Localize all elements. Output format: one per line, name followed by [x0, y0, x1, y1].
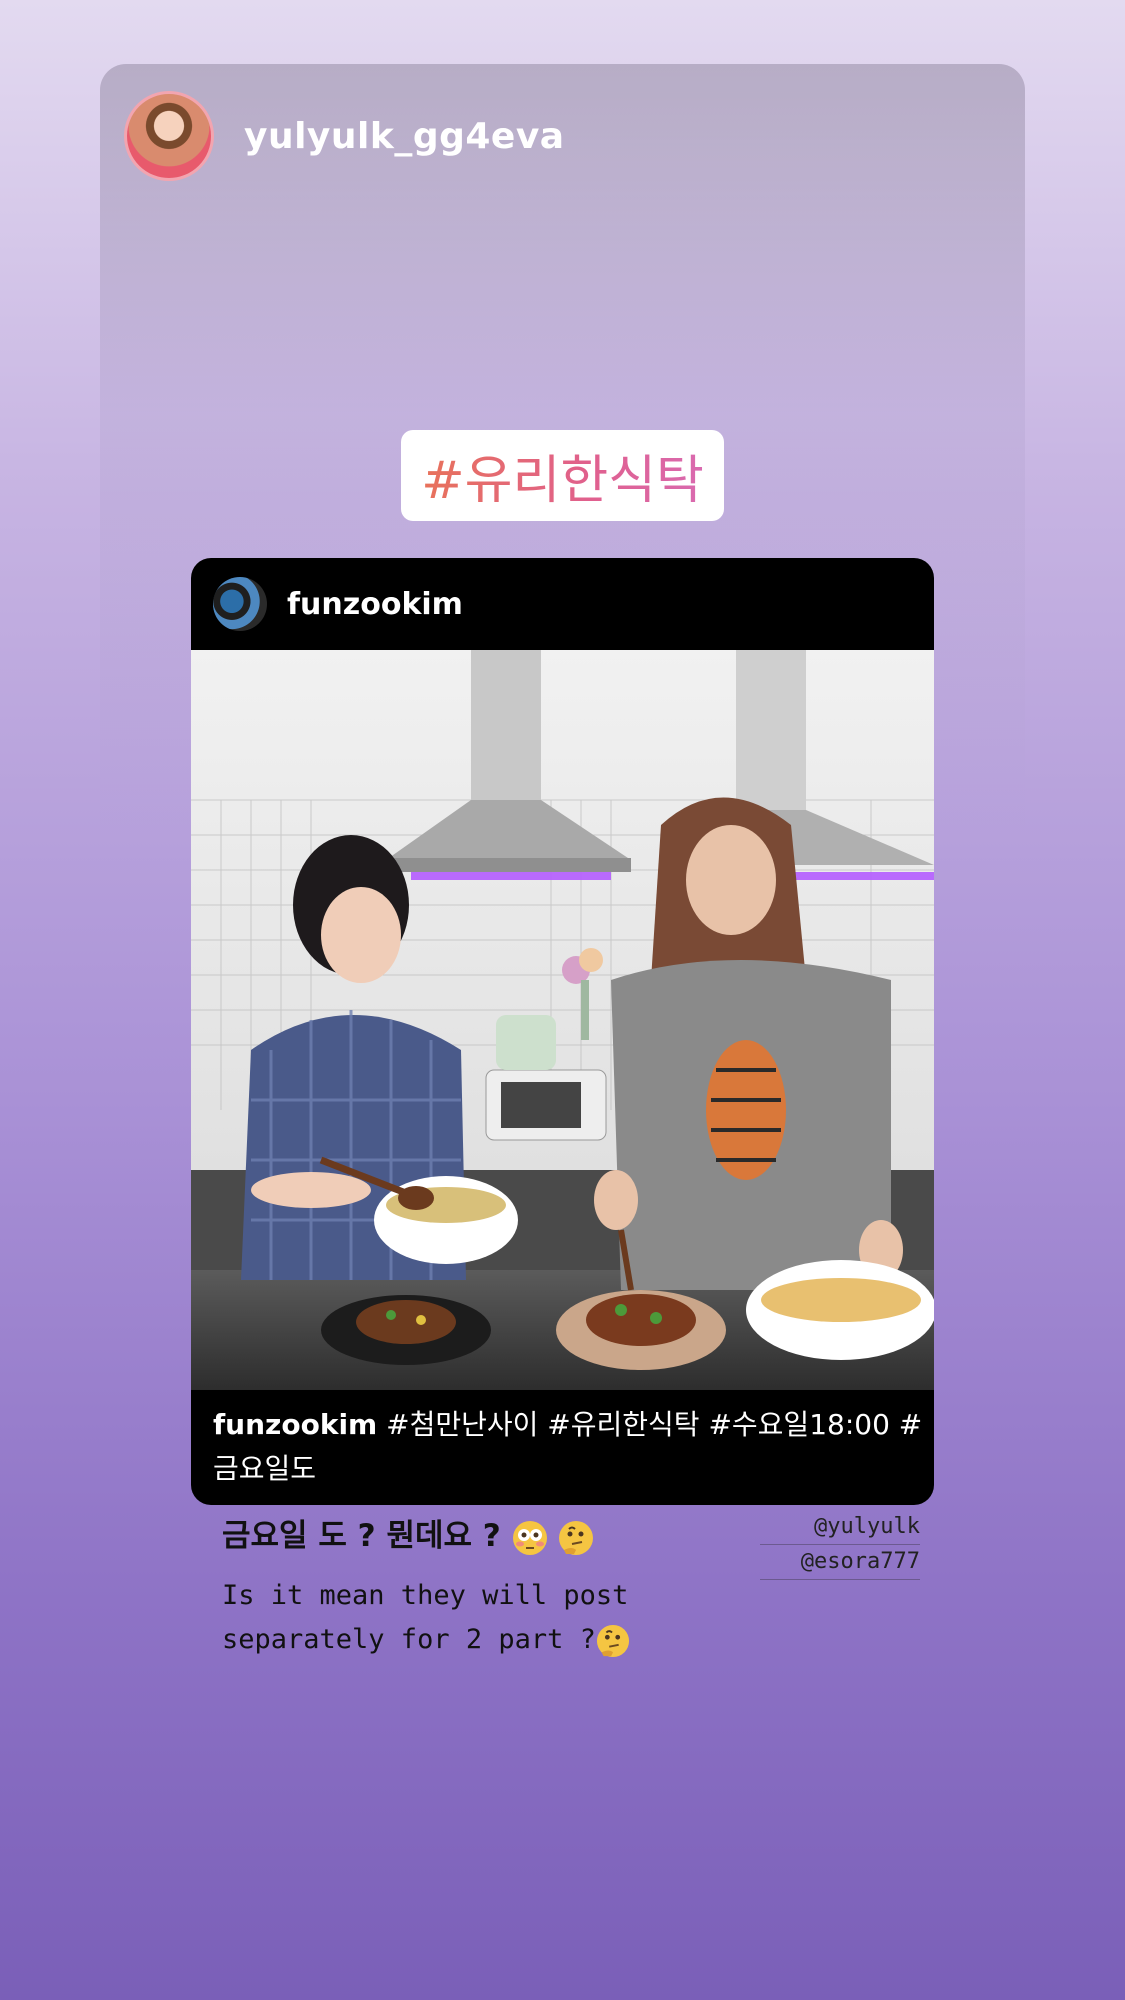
- shared-post[interactable]: funzookim funzookim #첨만난사이 #유리한식탁 #수요일18…: [191, 558, 934, 1505]
- hashtag-sticker-text: #유리한식탁: [421, 438, 704, 513]
- comment-korean: 금요일 도 ? 뭔데요 ?: [222, 1510, 594, 1556]
- post-header[interactable]: funzookim: [191, 558, 934, 650]
- post-username[interactable]: funzookim: [287, 587, 463, 622]
- hashtag-sticker[interactable]: #유리한식탁: [401, 430, 724, 521]
- caption-tags-line2[interactable]: 금요일도: [213, 1447, 913, 1491]
- comment-korean-text: 금요일 도 ? 뭔데요 ?: [222, 1518, 501, 1554]
- caption-line-1: funzookim #첨만난사이 #유리한식탁 #수요일18:00 #: [213, 1403, 922, 1447]
- comment-english-line2: separately for 2 part ?: [222, 1624, 596, 1655]
- comment-english: Is it mean they will post separately for…: [222, 1574, 742, 1662]
- post-avatar[interactable]: [213, 577, 267, 631]
- story-header[interactable]: yulyulk_gg4eva: [124, 90, 565, 182]
- caption-tags-line1[interactable]: #첨만난사이 #유리한식탁 #수요일18:00 #: [386, 1408, 922, 1441]
- thinking-emoji-icon: [559, 1520, 594, 1555]
- story-username[interactable]: yulyulk_gg4eva: [244, 116, 565, 157]
- mention-yulyulk[interactable]: @yulyulk: [760, 1510, 920, 1545]
- caption-username[interactable]: funzookim: [213, 1408, 377, 1441]
- mentions: @yulyulk @esora777: [760, 1510, 920, 1580]
- mention-esora777[interactable]: @esora777: [760, 1545, 920, 1580]
- kitchen-photo: [191, 650, 934, 1390]
- post-caption: funzookim #첨만난사이 #유리한식탁 #수요일18:00 # 금요일도: [213, 1403, 922, 1491]
- thinking-emoji-icon: [596, 1624, 629, 1657]
- comment-english-line1: Is it mean they will post: [222, 1580, 629, 1611]
- comment-english-line2-wrap: separately for 2 part ?: [222, 1618, 742, 1662]
- story-avatar[interactable]: [124, 91, 214, 181]
- post-photo[interactable]: [191, 650, 934, 1390]
- flushed-emoji-icon: [512, 1520, 547, 1555]
